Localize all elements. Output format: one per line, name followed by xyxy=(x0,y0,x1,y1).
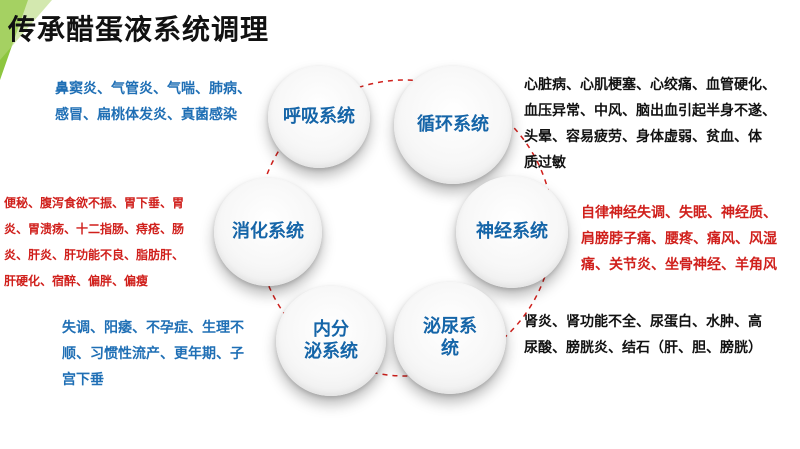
urinary-system-label: 泌尿系 统 xyxy=(423,316,477,359)
digestive-description: 便秘、腹泻食欲不振、胃下垂、胃 炎、胃溃疡、十二指肠、痔疮、肠 炎、肝炎、肝功能… xyxy=(4,196,185,288)
endocrine-description: 失调、阳痿、不孕症、生理不 顺、习惯性流产、更年期、子 宫下垂 xyxy=(62,320,244,388)
respiratory-system-label: 呼吸系统 xyxy=(283,106,355,127)
nervous-system-circle: 神经系统 xyxy=(456,176,568,288)
endocrine-system-circle: 内分 泌系统 xyxy=(276,286,386,396)
urinary-system-circle: 泌尿系 统 xyxy=(394,282,506,394)
nervous-description: 自律神经失调、失眠、神经质、 肩膀脖子痛、腰疼、痛风、风湿 痛、关节炎、坐骨神经… xyxy=(581,205,777,273)
respiratory-description: 鼻窦炎、气管炎、气喘、肺病、 感冒、扁桃体发炎、真菌感染 xyxy=(55,81,251,123)
nervous-system-label: 神经系统 xyxy=(476,221,548,242)
urinary-description: 肾炎、肾功能不全、尿蛋白、水肿、高 尿酸、膀胱炎、结石（肝、胆、膀胱） xyxy=(524,314,762,356)
respiratory-system-circle: 呼吸系统 xyxy=(268,66,370,168)
circulatory-system-label: 循环系统 xyxy=(417,114,489,135)
digestive-system-label: 消化系统 xyxy=(232,221,304,242)
circulatory-system-circle: 循环系统 xyxy=(394,66,512,184)
endocrine-system-label: 内分 泌系统 xyxy=(304,319,358,362)
digestive-system-circle: 消化系统 xyxy=(214,178,322,286)
circulatory-description: 心脏病、心肌梗塞、心绞痛、血管硬化、 血压异常、中风、脑出血引起半身不遂、 头晕… xyxy=(524,77,776,171)
